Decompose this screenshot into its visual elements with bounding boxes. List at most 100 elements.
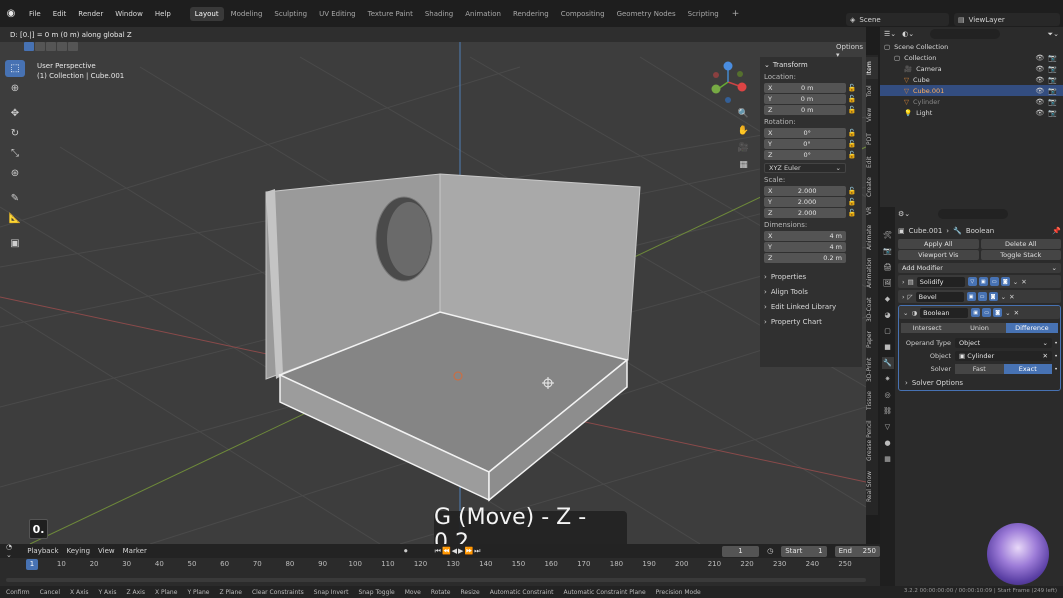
current-frame-field[interactable]: 1 <box>721 545 760 557</box>
filter-icon[interactable]: ⏷⌄ <box>1048 30 1059 39</box>
record-icon[interactable]: ⏺ <box>404 547 408 556</box>
material-props-icon[interactable]: ● <box>882 437 894 449</box>
apply-all-button[interactable]: Apply All <box>898 239 979 249</box>
lock-icon[interactable]: 🔓 <box>846 198 858 206</box>
eye-icon[interactable]: 👁 <box>1035 87 1044 95</box>
collection-props-icon[interactable]: ▢ <box>882 325 894 337</box>
tab-animation-side[interactable]: Animation <box>866 255 878 291</box>
viewport-toggle-icon[interactable]: ▭ <box>982 308 992 317</box>
camera-render-icon[interactable]: 📷 <box>1048 65 1057 73</box>
tab-sculpting[interactable]: Sculpting <box>269 7 312 21</box>
tab-vr[interactable]: VR <box>866 203 878 219</box>
chevron-down-icon[interactable]: ⌄ <box>1001 293 1006 301</box>
particles-props-icon[interactable]: ✷ <box>882 373 894 385</box>
scene-selector[interactable]: ◈ Scene <box>846 13 949 26</box>
gizmo-y-icon[interactable] <box>711 84 721 94</box>
tab-real-snow[interactable]: Real Snow <box>866 469 878 503</box>
tab-3d-coat[interactable]: 3D-Coat <box>866 295 878 325</box>
pin-icon[interactable]: 📌 <box>1052 227 1061 235</box>
keying-menu[interactable]: Keying <box>67 547 91 555</box>
render-toggle-icon[interactable]: ◙ <box>988 292 998 301</box>
lock-icon[interactable]: 🔓 <box>846 151 858 159</box>
render-toggle-icon[interactable]: ◙ <box>1000 277 1010 286</box>
edit-linked-library-section[interactable]: › Edit Linked Library <box>764 299 858 314</box>
eye-icon[interactable]: 👁 <box>1035 65 1044 73</box>
lock-icon[interactable]: 🔓 <box>846 187 858 195</box>
add-modifier-button[interactable]: Add Modifier ⌄ <box>898 263 1061 273</box>
select-mode-extend-icon[interactable] <box>35 42 45 51</box>
solver-options-section[interactable]: › Solver Options <box>899 375 1060 390</box>
union-button[interactable]: Union <box>953 323 1006 333</box>
scene-props-icon[interactable]: ◆ <box>882 293 894 305</box>
move-tool-icon[interactable]: ✥ <box>5 105 25 122</box>
operand-type-dropdown[interactable]: Object ⌄ <box>955 337 1052 348</box>
outliner-item-cylinder[interactable]: ▽ Cylinder 👁 📷 <box>880 96 1063 107</box>
modifier-solidify[interactable]: › ▤ Solidify ▽ ▣ ▭ ◙ ⌄ ✕ <box>898 275 1061 288</box>
lock-icon[interactable]: 🔓 <box>846 209 858 217</box>
menu-render[interactable]: Render <box>73 8 108 20</box>
lock-icon[interactable]: 🔓 <box>846 95 858 103</box>
blender-logo-icon[interactable]: ◉ <box>4 7 18 21</box>
pan-hand-icon[interactable]: ✋ <box>735 124 752 138</box>
end-frame-field[interactable]: End 250 <box>834 545 880 557</box>
render-toggle-icon[interactable]: ◙ <box>993 308 1003 317</box>
eye-icon[interactable]: 👁 <box>1035 76 1044 84</box>
toggle-stack-button[interactable]: Toggle Stack <box>980 250 1061 260</box>
on-cage-toggle-icon[interactable]: ▣ <box>978 277 988 286</box>
close-icon[interactable]: ✕ <box>1021 278 1026 286</box>
chevron-down-icon[interactable]: ⌄ <box>1005 309 1010 317</box>
rotation-z-field[interactable]: Z 0° <box>764 149 846 160</box>
outliner-search-input[interactable] <box>930 29 1001 39</box>
select-mode-new-icon[interactable] <box>24 42 34 51</box>
tab-edit[interactable]: Edit <box>866 153 878 171</box>
solver-exact-button[interactable]: Exact <box>1003 363 1052 374</box>
tab-animation[interactable]: Animation <box>460 7 506 21</box>
timeline-ruler[interactable]: 1 10 20 30 40 50 60 70 80 90 100 110 120 130 140 150 160… <box>0 558 880 586</box>
outliner-item-cube-001[interactable]: ▽ Cube.001 👁 📷 <box>880 85 1063 96</box>
rotation-mode-dropdown[interactable]: XYZ Euler ⌄ <box>764 163 846 173</box>
zoom-icon[interactable]: 🔍 <box>735 107 752 121</box>
viewlayer-selector[interactable]: ▤ ViewLayer <box>954 13 1060 26</box>
tab-modeling[interactable]: Modeling <box>226 7 268 21</box>
modifier-name-field[interactable]: Solidify <box>916 276 965 287</box>
scale-x-field[interactable]: X 2.000 <box>764 185 846 196</box>
outliner-item-light[interactable]: 💡 Light 👁 📷 <box>880 107 1063 118</box>
tab-item[interactable]: Item <box>866 57 878 79</box>
edit-mode-toggle-icon[interactable]: ▽ <box>967 277 977 286</box>
tab-uv-editing[interactable]: UV Editing <box>314 7 361 21</box>
world-props-icon[interactable]: ◕ <box>882 309 894 321</box>
ortho-grid-icon[interactable]: ▦ <box>735 158 752 172</box>
rotate-tool-icon[interactable]: ↻ <box>5 125 25 142</box>
camera-view-icon[interactable]: 🎥 <box>735 141 752 155</box>
tab-scripting[interactable]: Scripting <box>683 7 724 21</box>
tab-pdt[interactable]: PDT <box>866 130 878 148</box>
select-box-icon[interactable]: ⬚ <box>5 60 25 77</box>
tab-3d-print[interactable]: 3D-Print <box>866 355 878 385</box>
lock-icon[interactable]: 🔓 <box>846 129 858 137</box>
modifier-boolean[interactable]: ⌄ ◑ Boolean ▣ ▭ ◙ ⌄ ✕ <box>899 306 1060 319</box>
marker-menu[interactable]: Marker <box>123 547 147 555</box>
display-mode-icon[interactable]: ◐⌄ <box>902 30 914 38</box>
solver-fast-button[interactable]: Fast <box>955 363 1004 374</box>
delete-all-button[interactable]: Delete All <box>980 239 1061 249</box>
lock-icon[interactable]: 🔓 <box>846 106 858 114</box>
physics-props-icon[interactable]: ◎ <box>882 389 894 401</box>
close-icon[interactable]: ✕ <box>1009 293 1014 301</box>
view-layer-props-icon[interactable]: 🖼 <box>882 277 894 289</box>
tool-props-icon[interactable]: 🛠 <box>882 229 894 241</box>
tab-compositing[interactable]: Compositing <box>556 7 610 21</box>
props-editor-icon[interactable]: ⚙⌄ <box>898 210 910 218</box>
menu-help[interactable]: Help <box>150 8 176 20</box>
scale-tool-icon[interactable]: ⤡ <box>5 145 25 162</box>
add-cube-tool-icon[interactable]: ▣ <box>5 235 25 252</box>
property-chart-section[interactable]: › Property Chart <box>764 314 858 329</box>
scale-z-field[interactable]: Z 2.000 <box>764 207 846 218</box>
properties-section[interactable]: › Properties <box>764 269 858 284</box>
viewport-toggle-icon[interactable]: ▭ <box>977 292 987 301</box>
tab-shading[interactable]: Shading <box>420 7 458 21</box>
tab-tissue[interactable]: Tissue <box>866 389 878 413</box>
tab-texture-paint[interactable]: Texture Paint <box>363 7 418 21</box>
outliner-editor-icon[interactable]: ☰⌄ <box>884 30 896 38</box>
constraints-props-icon[interactable]: ⛓ <box>882 405 894 417</box>
lock-icon[interactable]: 🔓 <box>846 84 858 92</box>
